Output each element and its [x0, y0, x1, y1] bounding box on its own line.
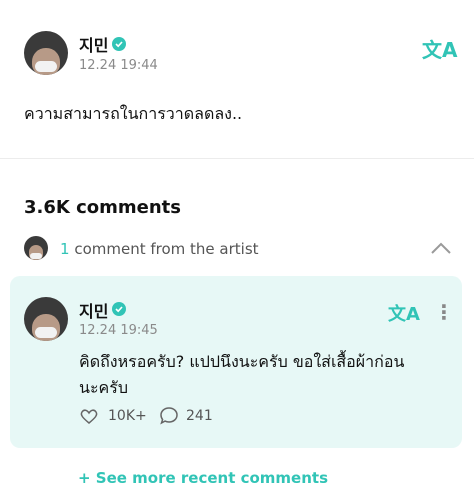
comment-text-line-1: คิดถึงหรอครับ? แปปนึงนะครับ ขอใส่เสื้อผ้…: [79, 352, 405, 371]
avatar-mask: [34, 327, 58, 339]
comment-timestamp: 12.24 19:45: [79, 323, 158, 338]
comment-translate-icon[interactable]: 文A: [388, 300, 420, 326]
comment-author-avatar[interactable]: [24, 297, 68, 341]
post-body-text: ความสามารถในการวาดลดลง..: [24, 104, 243, 123]
artist-comment-label: comment from the artist: [74, 240, 259, 258]
comments-count: 3.6K comments: [24, 197, 181, 218]
like-count: 10K+: [108, 408, 147, 424]
avatar-mask: [29, 252, 43, 259]
comment-author-name[interactable]: 지민: [79, 298, 108, 322]
post-author-name[interactable]: 지민: [79, 32, 108, 56]
avatar-face: [32, 313, 60, 341]
artist-comment-toggle[interactable]: 1 comment from the artist: [60, 240, 259, 258]
reply-count: 241: [186, 408, 213, 424]
avatar-face: [28, 245, 44, 260]
comment-text-line-2: นะครับ: [79, 378, 128, 397]
more-options-icon[interactable]: ⋮: [434, 300, 454, 324]
see-more-comments-link[interactable]: + See more recent comments: [78, 469, 328, 487]
chevron-up-icon[interactable]: [430, 240, 452, 259]
reply-icon[interactable]: [159, 406, 179, 430]
avatar-mask: [34, 61, 58, 73]
post-author-avatar[interactable]: [24, 31, 68, 75]
section-divider: [0, 158, 474, 159]
avatar-face: [32, 47, 60, 75]
translate-icon[interactable]: 文A: [422, 34, 457, 63]
like-icon[interactable]: [78, 406, 100, 430]
artist-row-avatar: [24, 236, 48, 260]
post-timestamp: 12.24 19:44: [79, 58, 158, 73]
artist-comment-count: 1: [60, 240, 70, 258]
verified-badge-icon: [112, 37, 126, 51]
verified-badge-icon: [112, 302, 126, 316]
